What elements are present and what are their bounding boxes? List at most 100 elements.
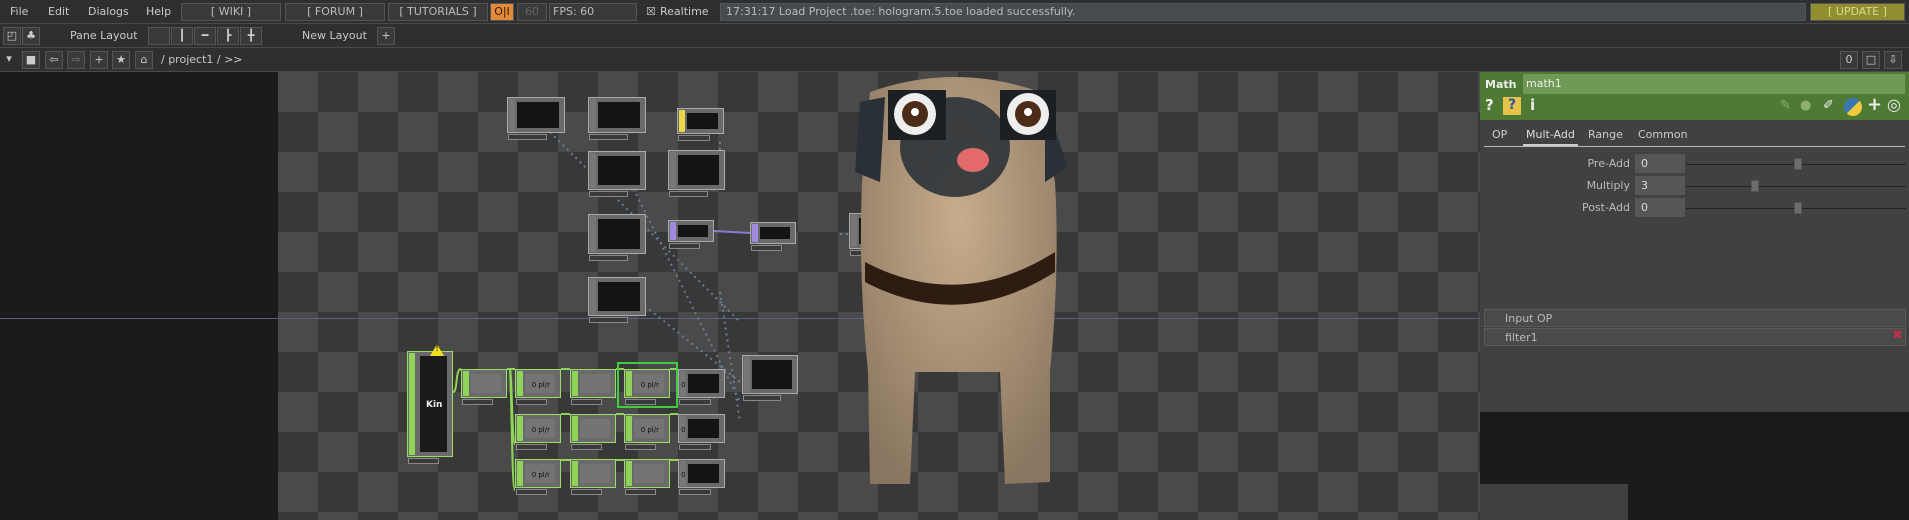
forward-icon[interactable]: ⇨ (67, 51, 85, 69)
add-layout-button[interactable]: + (377, 27, 395, 45)
node-connector[interactable] (744, 357, 750, 392)
square-icon[interactable]: ■ (22, 51, 40, 69)
operator-node[interactable] (570, 414, 616, 450)
operator-node[interactable] (588, 277, 646, 323)
layout-split-v-button[interactable]: ┃ (171, 27, 193, 45)
remove-input-icon[interactable]: ✖ (1892, 328, 1903, 343)
operator-node[interactable]: 0 pl/r (515, 459, 561, 495)
param-slider-handle[interactable] (1794, 158, 1802, 170)
operator-node[interactable]: 0 pl/r (515, 414, 561, 450)
operator-node[interactable]: 0 pl/head (678, 459, 725, 495)
help-icon[interactable]: ? (1485, 96, 1494, 114)
operator-node[interactable] (588, 151, 646, 197)
node-connector[interactable] (679, 110, 685, 132)
node-connector[interactable] (626, 416, 632, 441)
operator-node[interactable] (588, 214, 646, 261)
node-connector[interactable] (572, 416, 578, 441)
tab-op[interactable]: OP (1492, 128, 1507, 141)
operator-node[interactable] (588, 97, 646, 140)
node-label (679, 444, 711, 450)
comment-icon[interactable]: ● (1800, 98, 1811, 113)
operator-node[interactable] (461, 369, 507, 405)
operator-node[interactable] (742, 355, 798, 401)
param-field[interactable]: 3 (1635, 176, 1685, 195)
operator-node[interactable] (507, 97, 565, 140)
layout-single-button[interactable] (148, 27, 170, 45)
node-connector[interactable] (572, 371, 578, 396)
operator-node[interactable] (750, 222, 796, 251)
operator-name-field[interactable]: math1 (1523, 74, 1905, 94)
forum-button[interactable]: [ FORUM ] (285, 3, 385, 21)
node-connector[interactable] (517, 461, 523, 486)
node-connector[interactable] (590, 153, 596, 188)
tab-mult-add[interactable]: Mult-Add (1523, 128, 1578, 147)
viewer-icon[interactable]: ◰ (3, 27, 21, 45)
layout-quad-button[interactable]: ╋ (240, 27, 262, 45)
node-connector[interactable] (409, 353, 415, 455)
zero-button[interactable]: 0 (1840, 51, 1858, 69)
menu-help[interactable]: Help (146, 5, 171, 18)
info-icon[interactable]: i (1530, 96, 1535, 114)
network-icon[interactable]: ♣ (22, 27, 40, 45)
star-icon[interactable]: ★ (112, 51, 130, 69)
node-label (462, 399, 493, 405)
back-icon[interactable]: ⇦ (45, 51, 63, 69)
home-icon[interactable]: ⌂ (135, 51, 153, 69)
layout-split-h-button[interactable]: ━ (194, 27, 216, 45)
timeline-toggle[interactable]: O|I (490, 3, 514, 21)
tab-range[interactable]: Range (1588, 128, 1623, 141)
pane-menu-icon[interactable]: ▾ (0, 51, 18, 69)
param-slider-handle[interactable] (1750, 180, 1759, 192)
operator-node[interactable]: 0 pl/r (515, 369, 561, 405)
edit-icon[interactable]: ✎ (1780, 98, 1791, 113)
param-field[interactable]: 0 (1635, 154, 1685, 173)
fps-cap[interactable]: 60 (517, 3, 547, 21)
add-icon[interactable]: + (90, 51, 108, 69)
operator-node[interactable] (677, 108, 724, 141)
node-connector[interactable] (590, 216, 596, 252)
menu-file[interactable]: File (10, 5, 28, 18)
operator-node[interactable] (570, 459, 616, 495)
clipboard-icon[interactable]: ✐ (1823, 98, 1834, 113)
maximize-icon[interactable]: □ (1862, 51, 1880, 69)
node-label (589, 255, 629, 261)
split-down-icon[interactable]: ⇩ (1884, 51, 1902, 69)
wiki-button[interactable]: [ WIKI ] (181, 3, 281, 21)
python-help-icon[interactable]: ? (1503, 97, 1521, 115)
operator-node[interactable]: 0 pl/r (624, 414, 670, 450)
input-row[interactable]: filter1 ✖ (1484, 328, 1906, 346)
add-icon[interactable]: + (1867, 94, 1882, 115)
operator-node[interactable] (668, 220, 714, 249)
node-connector[interactable] (670, 152, 676, 188)
node-connector[interactable] (509, 99, 515, 131)
breadcrumb[interactable]: / project1 / >> (161, 53, 243, 66)
input-op-name[interactable]: filter1 (1505, 331, 1538, 344)
menu-edit[interactable]: Edit (48, 5, 69, 18)
operator-node[interactable]: Kin! (407, 344, 453, 464)
layout-three-button[interactable]: ┣ (217, 27, 239, 45)
node-connector[interactable] (626, 461, 632, 486)
param-slider-track[interactable] (1686, 186, 1906, 187)
operator-node[interactable]: 0 pl/head (678, 414, 725, 450)
param-field[interactable]: 0 (1635, 198, 1685, 217)
target-icon[interactable]: ◎ (1887, 95, 1901, 114)
python-icon[interactable] (1844, 98, 1862, 116)
node-connector[interactable] (572, 461, 578, 486)
tab-common[interactable]: Common (1638, 128, 1688, 141)
update-button[interactable]: [ UPDATE ] (1810, 3, 1905, 21)
node-connector[interactable] (590, 99, 596, 131)
node-connector[interactable] (517, 416, 523, 441)
menu-dialogs[interactable]: Dialogs (88, 5, 129, 18)
node-connector[interactable] (463, 371, 469, 396)
operator-node[interactable] (624, 459, 670, 495)
node-connector[interactable] (590, 279, 596, 314)
operator-node[interactable]: 0 pl/head (678, 369, 725, 405)
realtime-checkbox[interactable]: ☒ (646, 5, 656, 18)
node-connector[interactable] (517, 371, 523, 396)
tutorials-button[interactable]: [ TUTORIALS ] (388, 3, 488, 21)
operator-node[interactable] (570, 369, 616, 405)
node-connector[interactable] (670, 222, 676, 240)
node-connector[interactable] (752, 224, 758, 242)
operator-node[interactable] (668, 150, 725, 197)
param-slider-handle[interactable] (1794, 202, 1802, 214)
